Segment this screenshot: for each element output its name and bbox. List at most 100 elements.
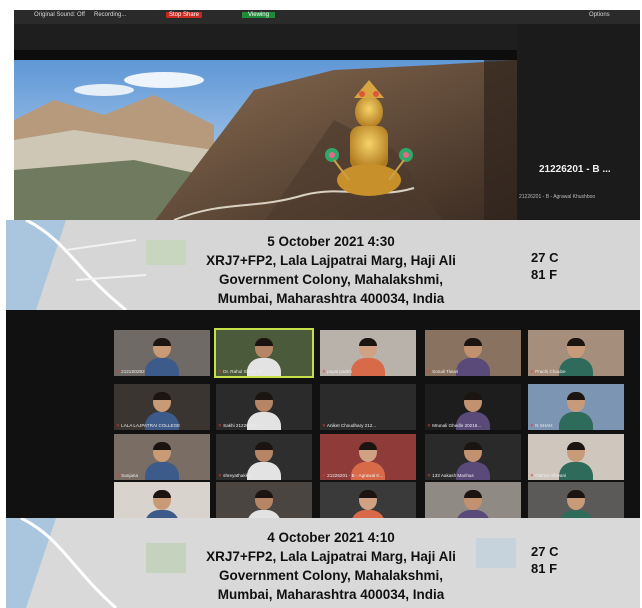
participant-body	[247, 510, 281, 518]
temperature-celsius: 27 C	[531, 250, 559, 265]
participant-video-icon	[464, 442, 482, 462]
participant-body	[145, 510, 179, 518]
participant-tile[interactable]	[320, 482, 416, 518]
shared-image	[14, 60, 517, 222]
participant-tile[interactable]: ✕ payal parikh	[320, 330, 416, 376]
participant-body	[145, 358, 179, 376]
participant-tile[interactable]	[425, 482, 521, 518]
participant-name-text: Aniket Choudhary 212...	[326, 423, 377, 428]
participant-name-text: N SHAH	[535, 423, 553, 428]
meeting-top-bar: Original Sound: Off Recording... Stop Sh…	[14, 10, 640, 24]
participant-video-icon	[464, 338, 482, 358]
participant-tile[interactable]: ✕ Mrunali Ghedle 20216...	[425, 384, 521, 430]
address-line-1: XRJ7+FP2, Lala Lajpatrai Marg, Haji Ali	[206, 253, 456, 268]
participant-tile[interactable]: ✕ Aniket Choudhary 212...	[320, 384, 416, 430]
stop-share-button[interactable]: Stop Share	[166, 12, 203, 18]
participant-name: ✕ Mrunali Ghedle 20216...	[427, 423, 481, 429]
participant-tile[interactable]: ✕ LALA LAJPATRAI COLLEGE	[114, 384, 210, 430]
participant-tile[interactable]	[114, 482, 210, 518]
participant-tile[interactable]: ✕ 133 Aakash Manhas	[425, 434, 521, 480]
participant-video-icon	[153, 442, 171, 462]
participant-name: ✕ 2121S0282	[116, 369, 145, 375]
participant-name: ✕ LALA LAJPATRAI COLLEGE	[116, 423, 180, 429]
participant-gallery: ✕ 2121S0282 ✕ Dr. Rahul Shetty IP ✕ payal …	[6, 310, 640, 518]
participant-name-text: Dr. Rahul Shetty IP	[223, 369, 263, 374]
participant-tile[interactable]: ✕ Ostrica Shivani	[528, 434, 624, 480]
recording-indicator[interactable]: Recording...	[94, 12, 126, 18]
participant-name-text: Mrunali Ghedle 20216...	[432, 423, 482, 428]
speaker-subtitle: 21226201 - B - Agrawal Khushboo	[519, 194, 596, 200]
participant-video-icon	[153, 490, 171, 510]
temperature-fahrenheit: 81 F	[531, 561, 558, 576]
temperature-fahrenheit: 81 F	[531, 267, 558, 282]
geo-stamp-bottom: 4 October 2021 4:10 XRJ7+FP2, Lala Lajpa…	[6, 518, 640, 608]
address-line-2: Government Colony, Mahalakshmi,	[218, 272, 444, 287]
participant-tile[interactable]: ✕ Sonali Tiwari	[425, 330, 521, 376]
participant-name-text: LALA LAJPATRAI COLLEGE	[121, 423, 181, 428]
participant-body	[559, 412, 593, 430]
participant-name: ✕ N SHAH	[530, 423, 553, 429]
participant-tile[interactable]: ✕ 2121S0282	[114, 330, 210, 376]
address-line-1: XRJ7+FP2, Lala Lajpatrai Marg, Haji Ali	[206, 549, 456, 564]
participant-video-icon	[567, 442, 585, 462]
participant-tile[interactable]: ✕ N SHAH	[528, 384, 624, 430]
participant-video-icon	[359, 338, 377, 358]
datetime-label: 4 October 2021 4:10	[267, 530, 395, 545]
participant-video-icon	[255, 392, 273, 412]
participant-video-icon	[153, 338, 171, 358]
address-line-2: Government Colony, Mahalakshmi,	[218, 568, 444, 583]
participant-body	[456, 358, 490, 376]
participant-name: ✕ 21226201 - B - Agrawal K...	[322, 473, 383, 479]
datetime-label: 5 October 2021 4:30	[267, 234, 395, 249]
options-button[interactable]: Options	[589, 12, 610, 18]
active-speaker-panel: 21226201 - B ... 21226201 - B - Agrawal …	[517, 24, 640, 222]
participant-body	[247, 462, 281, 480]
participant-name: ✕ Sanjana	[116, 473, 138, 479]
participant-video-icon	[567, 490, 585, 510]
participant-video-icon	[359, 490, 377, 510]
temperature-celsius: 27 C	[531, 544, 559, 559]
participant-tile[interactable]	[216, 482, 312, 518]
participant-video-icon	[153, 392, 171, 412]
participant-tile[interactable]: ✕ Dr. Rahul Shetty IP	[214, 328, 314, 378]
participant-body	[351, 510, 385, 518]
participant-tile[interactable]: ✕ 21226201 - B - Agrawal K...	[320, 434, 416, 480]
sound-toggle[interactable]: Original Sound: Off	[34, 12, 85, 18]
participant-name: ✕ shreyathakkar	[218, 473, 252, 479]
participant-video-icon	[567, 338, 585, 358]
participant-tile[interactable]: ✕ shreyathakkar	[216, 434, 312, 480]
participant-name-text: 2121S0282	[121, 369, 145, 374]
participant-body	[351, 358, 385, 376]
participant-name: ✕ Prachi Chaube	[530, 369, 566, 375]
participant-name-text: Sonali Tiwari	[432, 369, 459, 374]
speaker-name: 21226201 - B ...	[539, 164, 611, 175]
participant-name-text: Ostrica Shivani	[535, 473, 567, 478]
participant-video-icon	[255, 442, 273, 462]
participant-name: ✕ payal parikh	[322, 369, 352, 375]
participant-body	[145, 462, 179, 480]
participant-name-text: shreyathakkar	[223, 473, 252, 478]
participant-video-icon	[255, 490, 273, 510]
participant-tile[interactable]: ✕ Prachi Chaube	[528, 330, 624, 376]
participant-name: ✕ Ostrica Shivani	[530, 473, 566, 479]
participant-body	[456, 510, 490, 518]
participant-name: ✕ Sakhi 21226202 A	[218, 423, 260, 429]
participant-tile[interactable]: ✕ Sanjana	[114, 434, 210, 480]
participant-name-text: Sanjana	[121, 473, 138, 478]
participant-name-text: 133 Aakash Manhas	[432, 473, 474, 478]
viewing-indicator[interactable]: Viewing	[242, 12, 275, 18]
address-line-3: Mumbai, Maharashtra 400034, India	[217, 291, 445, 306]
participant-tile[interactable]: ✕ Sakhi 21226202 A	[216, 384, 312, 430]
participant-video-icon	[464, 490, 482, 510]
participant-name: ✕ Aniket Choudhary 212...	[322, 423, 376, 429]
participant-name-text: payal parikh	[327, 369, 352, 374]
participant-video-icon	[464, 392, 482, 412]
participant-video-icon	[567, 392, 585, 412]
screen-share-window: Original Sound: Off Recording... Stop Sh…	[14, 10, 640, 222]
address-line-3: Mumbai, Maharashtra 400034, India	[217, 587, 445, 602]
participant-body	[559, 510, 593, 518]
participant-name: ✕ Dr. Rahul Shetty IP	[218, 369, 262, 375]
participant-tile[interactable]	[528, 482, 624, 518]
participant-video-icon	[359, 442, 377, 462]
participant-name: ✕ 133 Aakash Manhas	[427, 473, 474, 479]
